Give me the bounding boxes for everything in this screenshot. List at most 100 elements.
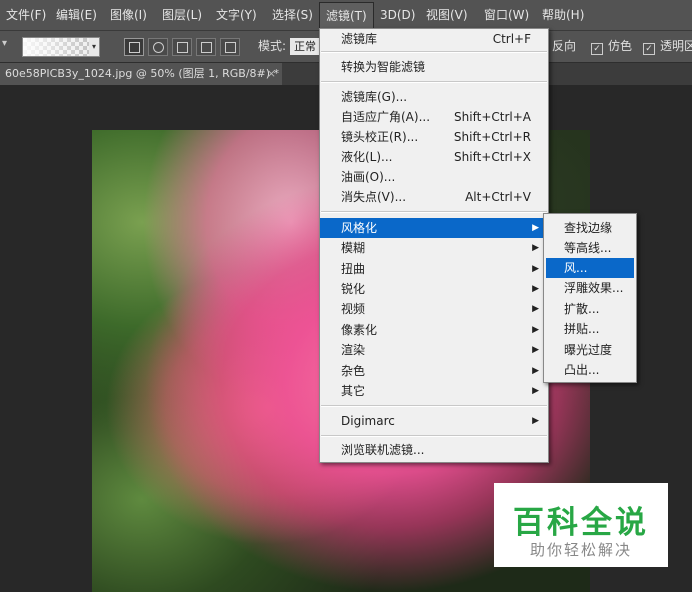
menu-item-shortcut: Ctrl+F: [492, 32, 531, 46]
menu-help[interactable]: 帮助(H): [536, 0, 590, 30]
submenu-item-find-edges[interactable]: 查找边缘: [544, 218, 636, 238]
menu-item-label: 模糊: [341, 241, 366, 255]
menu-item-label: 油画(O)...: [341, 170, 396, 184]
menu-item-adaptive-wide-angle[interactable]: 自适应广角(A)... Shift+Ctrl+A: [320, 107, 548, 127]
menu-item-label: 风格化: [341, 221, 378, 235]
radial-gradient-icon: [153, 42, 164, 53]
menu-item-other[interactable]: 其它 ▶: [320, 381, 548, 401]
chevron-down-icon[interactable]: ▾: [89, 38, 99, 56]
menu-item-label: 扭曲: [341, 262, 366, 276]
gradient-picker[interactable]: ▾: [22, 37, 100, 57]
menu-item-label: 转换为智能滤镜: [341, 60, 426, 74]
transparency-checkbox[interactable]: ✓ 透明区: [643, 31, 692, 62]
menu-item-label: 液化(L)...: [341, 150, 393, 164]
reflected-gradient-button[interactable]: [196, 38, 216, 56]
submenu-item-extrude[interactable]: 凸出...: [544, 360, 636, 380]
submenu-item-tiles[interactable]: 拼贴...: [544, 319, 636, 339]
menu-item-label: 等高线...: [564, 241, 612, 255]
menu-item-oil-paint[interactable]: 油画(O)...: [320, 167, 548, 187]
chevron-right-icon: ▶: [532, 304, 539, 314]
chevron-right-icon: ▶: [532, 264, 539, 274]
menu-item-blur[interactable]: 模糊 ▶: [320, 238, 548, 258]
radial-gradient-button[interactable]: [148, 38, 168, 56]
linear-gradient-button[interactable]: [124, 38, 144, 56]
menu-item-shortcut: Shift+Ctrl+R: [453, 130, 531, 144]
menu-item-vanishing-point[interactable]: 消失点(V)... Alt+Ctrl+V: [320, 187, 548, 207]
filter-menu: 滤镜库 Ctrl+F 转换为智能滤镜 滤镜库(G)... 自适应广角(A)... S…: [319, 28, 549, 463]
submenu-item-emboss[interactable]: 浮雕效果...: [544, 278, 636, 298]
menu-item-label: 滤镜库(G)...: [341, 90, 408, 104]
menu-item-noise[interactable]: 杂色 ▶: [320, 361, 548, 381]
menu-item-pixelate[interactable]: 像素化 ▶: [320, 320, 548, 340]
submenu-item-solarize[interactable]: 曝光过度: [544, 340, 636, 360]
menu-select[interactable]: 选择(S): [266, 0, 319, 30]
close-icon[interactable]: ×: [267, 63, 276, 85]
chevron-right-icon: ▶: [532, 386, 539, 396]
menu-item-label: 其它: [341, 384, 366, 398]
menu-item-video[interactable]: 视频 ▶: [320, 299, 548, 319]
menu-layer[interactable]: 图层(L): [156, 0, 208, 30]
menu-edit[interactable]: 编辑(E): [50, 0, 103, 30]
chevron-right-icon: ▶: [532, 223, 539, 233]
menu-item-label: 滤镜库: [341, 32, 378, 46]
menu-item-label: 扩散...: [564, 302, 600, 316]
menu-item-convert-smart-filter[interactable]: 转换为智能滤镜: [320, 57, 548, 77]
menu-item-label: 浮雕效果...: [564, 281, 624, 295]
menu-item-label: 杂色: [341, 364, 366, 378]
menu-item-liquify[interactable]: 液化(L)... Shift+Ctrl+X: [320, 147, 548, 167]
menu-item-label: 像素化: [341, 323, 378, 337]
menu-item-filter-gallery-last[interactable]: 滤镜库 Ctrl+F: [320, 29, 548, 49]
menu-item-label: 拼贴...: [564, 322, 600, 336]
submenu-item-trace-contour[interactable]: 等高线...: [544, 238, 636, 258]
menu-image[interactable]: 图像(I): [104, 0, 153, 30]
menu-separator: [321, 435, 547, 437]
checkmark-icon: ✓: [643, 43, 655, 55]
menu-item-label: 风...: [564, 261, 588, 275]
menu-separator: [321, 51, 547, 53]
menu-window[interactable]: 窗口(W): [478, 0, 535, 30]
diamond-gradient-icon: [225, 42, 236, 53]
menu-item-digimarc[interactable]: Digimarc ▶: [320, 411, 548, 431]
menu-item-shortcut: Alt+Ctrl+V: [465, 190, 531, 204]
chevron-right-icon: ▶: [532, 284, 539, 294]
menu-view[interactable]: 视图(V): [420, 0, 474, 30]
menu-item-sharpen[interactable]: 锐化 ▶: [320, 279, 548, 299]
submenu-item-diffuse[interactable]: 扩散...: [544, 299, 636, 319]
mode-label: 模式:: [258, 39, 287, 53]
menu-item-label: 查找边缘: [564, 221, 613, 235]
chevron-right-icon: ▶: [532, 366, 539, 376]
menu-item-distort[interactable]: 扭曲 ▶: [320, 259, 548, 279]
chevron-right-icon: ▶: [532, 345, 539, 355]
menu-item-lens-correction[interactable]: 镜头校正(R)... Shift+Ctrl+R: [320, 127, 548, 147]
angle-gradient-button[interactable]: [172, 38, 192, 56]
menu-filter[interactable]: 滤镜(T): [319, 2, 374, 31]
reflected-gradient-icon: [201, 42, 212, 53]
chevron-right-icon: ▶: [532, 416, 539, 426]
document-tab-title: 60e58PICB3y_1024.jpg @ 50% (图层 1, RGB/8#…: [5, 67, 280, 80]
menu-item-label: 消失点(V)...: [341, 190, 407, 204]
menu-item-stylize[interactable]: 风格化 ▶: [320, 218, 548, 238]
menu-file[interactable]: 文件(F): [0, 0, 52, 30]
submenu-item-wind[interactable]: 风...: [546, 258, 634, 278]
transparency-label: 透明区: [660, 39, 692, 53]
menu-item-filter-gallery[interactable]: 滤镜库(G)...: [320, 87, 548, 107]
reverse-checkbox[interactable]: 反向: [552, 31, 576, 62]
menu-item-render[interactable]: 渲染 ▶: [320, 340, 548, 360]
dither-checkbox[interactable]: ✓ 仿色: [591, 31, 632, 62]
tool-preset-arrow-icon[interactable]: ▾: [2, 38, 7, 49]
menu-item-browse-online-filters[interactable]: 浏览联机滤镜...: [320, 440, 548, 460]
watermark-title: 百科全说: [513, 505, 649, 541]
diamond-gradient-button[interactable]: [220, 38, 240, 56]
menu-separator: [321, 405, 547, 407]
mode-select[interactable]: 正常: [290, 38, 322, 55]
menu-item-label: 凸出...: [564, 363, 600, 377]
watermark-logo: 百科全说 助你轻松解决: [494, 483, 668, 567]
document-tab[interactable]: 60e58PICB3y_1024.jpg @ 50% (图层 1, RGB/8#…: [0, 63, 282, 85]
menu-3d[interactable]: 3D(D): [374, 0, 421, 30]
stylize-submenu: 查找边缘 等高线... 风... 浮雕效果... 扩散... 拼贴... 曝光过…: [543, 213, 637, 383]
menu-type[interactable]: 文字(Y): [210, 0, 263, 30]
dither-label: 仿色: [608, 39, 633, 53]
menu-separator: [321, 211, 547, 213]
menu-item-label: 渲染: [341, 343, 366, 357]
watermark-subtitle: 助你轻松解决: [529, 541, 632, 559]
